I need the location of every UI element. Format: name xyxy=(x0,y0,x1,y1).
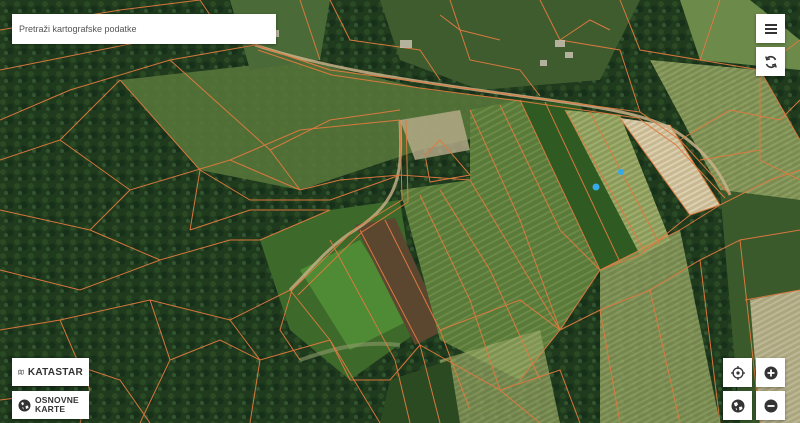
basemaps-label-line2: KARTE xyxy=(35,404,66,414)
zoom-in-button[interactable] xyxy=(756,358,785,387)
search-input[interactable] xyxy=(12,14,276,44)
satellite-map[interactable] xyxy=(0,0,800,423)
refresh-arrows-icon xyxy=(764,55,777,68)
globe-icon xyxy=(731,399,744,412)
zoom-out-button[interactable] xyxy=(756,391,785,420)
refresh-button[interactable] xyxy=(756,47,785,76)
minus-icon xyxy=(764,399,777,412)
plus-icon xyxy=(764,366,777,379)
cadastre-label: KATASTAR xyxy=(27,366,83,378)
globe-button[interactable] xyxy=(723,391,752,420)
cadastre-button[interactable]: KATASTAR xyxy=(12,358,89,386)
crosshair-icon xyxy=(730,365,745,380)
folded-map-icon xyxy=(18,369,24,375)
locate-button[interactable] xyxy=(723,358,752,387)
menu-button[interactable] xyxy=(756,14,785,43)
hamburger-menu-icon xyxy=(764,23,777,34)
layers-globe-icon xyxy=(18,399,31,411)
map-view[interactable]: KATASTAR OSNOVNE KARTE xyxy=(0,0,800,423)
basemaps-button[interactable]: OSNOVNE KARTE xyxy=(12,391,89,419)
